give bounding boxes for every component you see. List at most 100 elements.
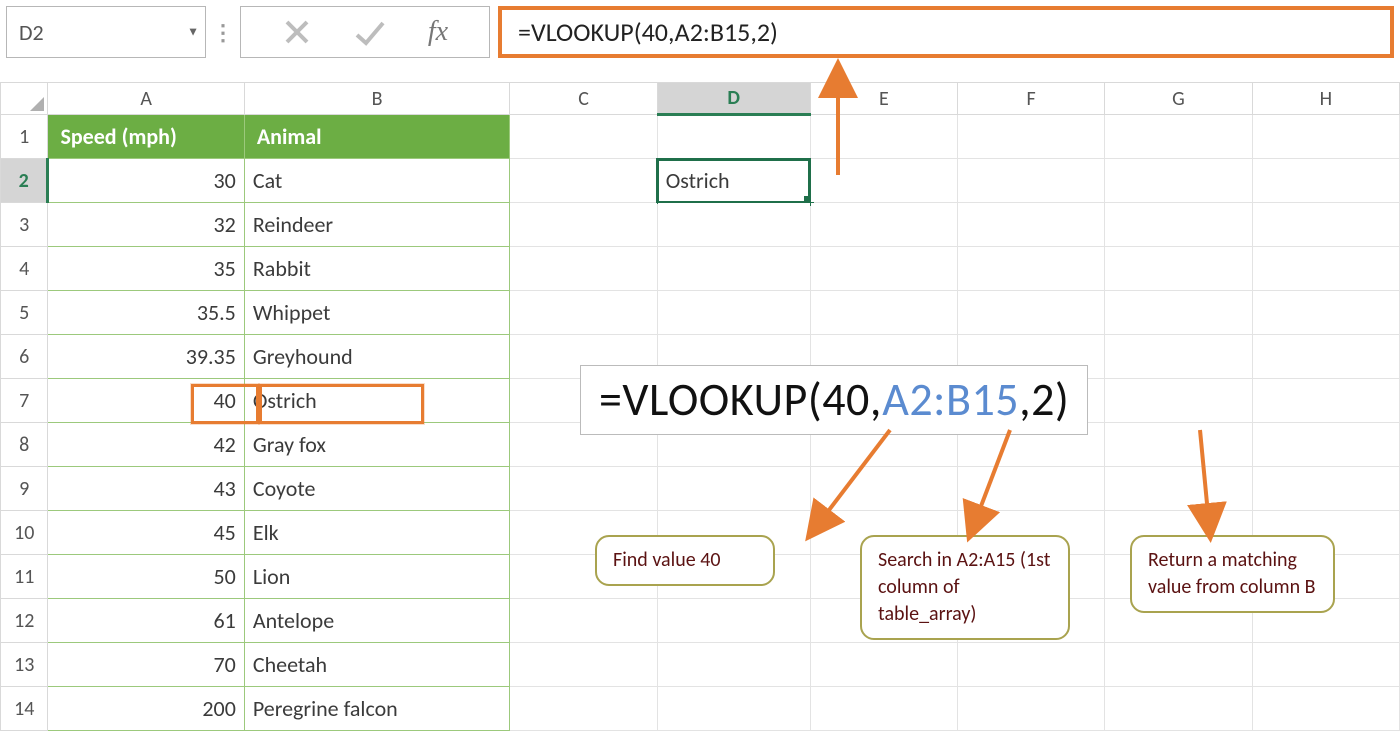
column-header-A[interactable]: A — [48, 83, 244, 115]
cell-A13[interactable]: 70 — [48, 643, 244, 687]
row-header[interactable]: 10 — [1, 511, 48, 555]
formula-bar-splitter[interactable]: ⋮ — [214, 6, 232, 58]
cell-A2[interactable]: 30 — [48, 159, 244, 203]
cell-A14[interactable]: 200 — [48, 687, 244, 731]
cell-A10[interactable]: 45 — [48, 511, 244, 555]
row-header[interactable]: 3 — [1, 203, 48, 247]
cell[interactable] — [1105, 335, 1252, 379]
cell[interactable] — [657, 687, 810, 731]
row-header[interactable]: 8 — [1, 423, 48, 467]
cell[interactable] — [657, 115, 810, 159]
cell-B12[interactable]: Antelope — [244, 599, 510, 643]
row-header[interactable]: 5 — [1, 291, 48, 335]
cell[interactable] — [1105, 159, 1252, 203]
cell[interactable] — [510, 159, 657, 203]
cell-A9[interactable]: 43 — [48, 467, 244, 511]
cell[interactable] — [510, 599, 657, 643]
cell[interactable] — [510, 687, 657, 731]
fx-icon[interactable]: fx — [428, 16, 448, 48]
cell[interactable] — [810, 291, 957, 335]
cell[interactable] — [1105, 379, 1252, 423]
cell-A6[interactable]: 39.35 — [48, 335, 244, 379]
row-header[interactable]: 2 — [1, 159, 48, 203]
cell[interactable] — [1252, 467, 1399, 511]
cell[interactable] — [510, 643, 657, 687]
cell-A12[interactable]: 61 — [48, 599, 244, 643]
cell[interactable] — [957, 247, 1104, 291]
cell[interactable] — [657, 599, 810, 643]
column-header-E[interactable]: E — [810, 83, 957, 115]
cell[interactable] — [657, 291, 810, 335]
cell[interactable] — [957, 467, 1104, 511]
cell-A11[interactable]: 50 — [48, 555, 244, 599]
column-header-C[interactable]: C — [510, 83, 657, 115]
cell[interactable] — [1252, 379, 1399, 423]
column-header-H[interactable]: H — [1252, 83, 1399, 115]
cell[interactable] — [657, 203, 810, 247]
cell-B2[interactable]: Cat — [244, 159, 510, 203]
row-header[interactable]: 14 — [1, 687, 48, 731]
cell[interactable] — [1252, 159, 1399, 203]
cell[interactable] — [510, 115, 657, 159]
column-header-B[interactable]: B — [244, 83, 510, 115]
cell[interactable] — [657, 467, 810, 511]
row-header[interactable]: 9 — [1, 467, 48, 511]
cell[interactable] — [1252, 687, 1399, 731]
cell[interactable] — [810, 247, 957, 291]
cell-B9[interactable]: Coyote — [244, 467, 510, 511]
cell-B14[interactable]: Peregrine falcon — [244, 687, 510, 731]
cell-B6[interactable]: Greyhound — [244, 335, 510, 379]
formula-input[interactable]: =VLOOKUP(40,A2:B15,2) — [498, 6, 1394, 58]
cell-B10[interactable]: Elk — [244, 511, 510, 555]
cell[interactable] — [657, 247, 810, 291]
cell-B7[interactable]: Ostrich — [244, 379, 510, 423]
cell-B4[interactable]: Rabbit — [244, 247, 510, 291]
row-header[interactable]: 1 — [1, 115, 48, 159]
cell[interactable] — [957, 643, 1104, 687]
select-all-button[interactable] — [1, 83, 48, 115]
cell[interactable] — [1252, 291, 1399, 335]
name-box[interactable]: D2 ▼ — [6, 6, 206, 58]
cell[interactable] — [1105, 203, 1252, 247]
cell-B11[interactable]: Lion — [244, 555, 510, 599]
cell[interactable] — [1252, 335, 1399, 379]
cell[interactable] — [657, 643, 810, 687]
column-header-G[interactable]: G — [1105, 83, 1252, 115]
cell[interactable] — [1105, 115, 1252, 159]
cell[interactable] — [810, 467, 957, 511]
cell[interactable] — [810, 687, 957, 731]
cell[interactable] — [510, 291, 657, 335]
cell-B1[interactable]: Animal — [244, 115, 510, 159]
cell-A4[interactable]: 35 — [48, 247, 244, 291]
cell-A5[interactable]: 35.5 — [48, 291, 244, 335]
cell[interactable] — [810, 643, 957, 687]
cell-A3[interactable]: 32 — [48, 203, 244, 247]
cell[interactable] — [810, 115, 957, 159]
cell[interactable] — [1252, 423, 1399, 467]
cancel-icon[interactable] — [282, 17, 312, 47]
cell[interactable] — [510, 203, 657, 247]
cell[interactable] — [1105, 423, 1252, 467]
cell-B3[interactable]: Reindeer — [244, 203, 510, 247]
cell[interactable] — [1105, 467, 1252, 511]
cell[interactable] — [957, 687, 1104, 731]
row-header[interactable]: 4 — [1, 247, 48, 291]
row-header[interactable]: 11 — [1, 555, 48, 599]
cell-B8[interactable]: Gray fox — [244, 423, 510, 467]
cell[interactable] — [510, 467, 657, 511]
column-header-D[interactable]: D — [657, 83, 810, 115]
cell[interactable] — [1252, 247, 1399, 291]
cell[interactable] — [957, 203, 1104, 247]
row-header[interactable]: 6 — [1, 335, 48, 379]
cell[interactable] — [1105, 291, 1252, 335]
chevron-down-icon[interactable]: ▼ — [187, 25, 199, 40]
cell[interactable] — [810, 159, 957, 203]
cell-B5[interactable]: Whippet — [244, 291, 510, 335]
cell[interactable] — [957, 115, 1104, 159]
enter-icon[interactable] — [353, 17, 387, 47]
cell[interactable] — [1105, 643, 1252, 687]
row-header[interactable]: 7 — [1, 379, 48, 423]
cell[interactable] — [1105, 687, 1252, 731]
cell[interactable] — [1105, 247, 1252, 291]
cell[interactable] — [957, 291, 1104, 335]
